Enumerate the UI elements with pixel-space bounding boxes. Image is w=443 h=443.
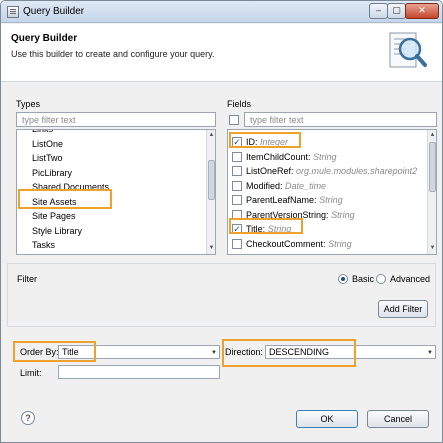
field-type-text: Date_time	[285, 180, 327, 191]
filter-group: Filter Basic Advanced Add Filter	[7, 263, 436, 327]
fields-label: Fields	[227, 99, 252, 109]
filter-label: Filter	[17, 274, 37, 284]
order-by-highlight	[13, 341, 96, 362]
field-name: ListOneRef: org.mule.modules.sharepoint2	[246, 166, 417, 176]
field-name-text: ParentLeafName:	[246, 195, 317, 205]
types-list-item[interactable]: Site Pages	[32, 211, 76, 223]
close-button[interactable]: ✕	[405, 3, 439, 19]
fields-list-item[interactable]: ParentLeafName: String	[228, 194, 426, 207]
header-banner: Query Builder Use this builder to create…	[1, 24, 442, 82]
scroll-up-icon[interactable]: ▲	[207, 131, 215, 140]
fields-list-item[interactable]: ItemChildCount: String	[228, 151, 426, 164]
field-checkbox[interactable]	[232, 238, 242, 249]
types-filter-text[interactable]	[22, 113, 215, 126]
banner-title: Query Builder	[11, 33, 78, 44]
field-checkbox[interactable]	[232, 151, 242, 162]
fields-list-item[interactable]: CheckoutComment: String	[228, 238, 426, 251]
types-list-item[interactable]: Links	[32, 130, 53, 136]
field-type-text: org.mule.modules.sharepoint2	[296, 166, 418, 176]
fields-scrollbar[interactable]: ▲ ▼	[427, 130, 436, 254]
scroll-up-icon[interactable]: ▲	[428, 131, 436, 140]
limit-label: Limit:	[20, 368, 42, 378]
fields-list-item[interactable]: Modified: Date_time	[228, 180, 426, 193]
types-scrollbar[interactable]: ▲ ▼	[206, 130, 215, 254]
minimize-button[interactable]: –	[369, 3, 388, 19]
advanced-radio[interactable]	[376, 274, 386, 284]
limit-input[interactable]	[58, 365, 220, 379]
title-bar[interactable]: Query Builder – ▢ ✕	[1, 1, 442, 23]
cancel-button[interactable]: Cancel	[367, 410, 429, 428]
maximize-button[interactable]: ▢	[387, 3, 406, 19]
window-title: Query Builder	[23, 6, 85, 17]
field-type-text: String	[319, 195, 343, 205]
scroll-thumb[interactable]	[429, 142, 436, 192]
field-checkbox[interactable]	[232, 180, 242, 191]
query-builder-dialog: Query Builder – ▢ ✕ Query Builder Use th…	[0, 0, 443, 443]
add-filter-button[interactable]: Add Filter	[378, 300, 428, 318]
field-id-highlight	[229, 132, 301, 148]
help-icon[interactable]: ?	[21, 411, 35, 425]
banner-description: Use this builder to create and configure…	[11, 49, 215, 59]
scroll-thumb[interactable]	[208, 160, 215, 200]
basic-radio-label: Basic	[352, 274, 375, 284]
field-type-text: String	[313, 151, 337, 162]
types-filter-input[interactable]	[16, 112, 216, 127]
field-name: CheckoutComment: String	[246, 239, 352, 249]
field-name-text: ItemChildCount:	[246, 151, 311, 162]
field-checkbox[interactable]	[232, 166, 242, 176]
field-type-text: String	[331, 209, 355, 220]
types-list-item[interactable]: ListTwo	[32, 153, 63, 165]
scroll-down-icon[interactable]: ▼	[428, 244, 436, 253]
chevron-down-icon[interactable]: ▼	[427, 347, 433, 359]
field-name: Modified: Date_time	[246, 181, 326, 191]
basic-radio[interactable]	[338, 274, 348, 284]
advanced-radio-label: Advanced	[390, 274, 431, 284]
field-checkbox[interactable]	[232, 195, 242, 205]
types-list-item[interactable]: PicLibrary	[32, 168, 72, 180]
field-title-highlight	[229, 218, 303, 234]
magnifier-document-icon	[389, 32, 427, 68]
fields-filter-text[interactable]	[250, 113, 436, 126]
field-name-text: ListOneRef:	[246, 166, 294, 176]
types-list-item[interactable]: ListOne	[32, 139, 63, 151]
fields-filter-input[interactable]	[244, 112, 437, 127]
field-name: ParentLeafName: String	[246, 195, 343, 205]
app-icon	[7, 6, 19, 18]
field-name-text: Modified:	[246, 180, 283, 191]
types-list-item[interactable]: Tasks	[32, 240, 55, 252]
chevron-down-icon[interactable]: ▼	[211, 347, 217, 359]
ok-button[interactable]: OK	[296, 410, 358, 428]
direction-highlight	[222, 339, 356, 367]
types-selection-highlight	[18, 189, 112, 209]
types-label: Types	[16, 99, 41, 109]
fields-list-item[interactable]: ListOneRef: org.mule.modules.sharepoint2	[228, 165, 426, 178]
field-name-text: CheckoutComment:	[246, 238, 326, 249]
scroll-down-icon[interactable]: ▼	[207, 244, 215, 253]
types-list-item[interactable]: Style Library	[32, 226, 82, 238]
field-type-text: String	[328, 238, 352, 249]
select-all-checkbox[interactable]	[229, 115, 239, 125]
field-name: ItemChildCount: String	[246, 152, 337, 162]
